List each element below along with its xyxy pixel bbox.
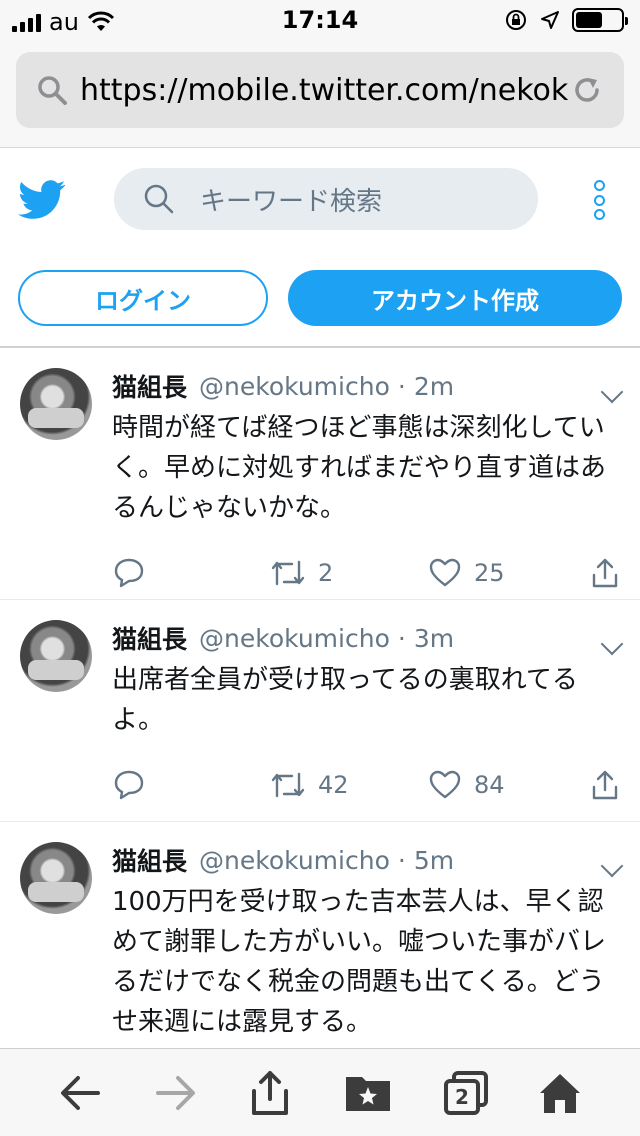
tweet[interactable]: 猫組長 @nekokumicho · 5m 100万円を受け取った吉本芸人は、早… — [0, 822, 640, 1048]
tweet-text: 100万円を受け取った吉本芸人は、早く認めて謝罪した方がいい。嘘ついた事がバレる… — [112, 887, 607, 1037]
more-menu-icon[interactable] — [592, 180, 606, 220]
share-button[interactable] — [590, 769, 620, 801]
separator-dot: · — [397, 623, 406, 653]
reply-button[interactable] — [112, 557, 146, 589]
url-text: https://mobile.twitter.com/nekok… — [80, 72, 570, 108]
back-arrow-icon[interactable] — [56, 1069, 104, 1117]
like-count: 84 — [474, 771, 505, 799]
reply-icon — [114, 558, 144, 588]
tabs-button[interactable]: 2 — [442, 1069, 490, 1117]
location-icon — [541, 11, 559, 29]
reply-button[interactable] — [112, 769, 146, 801]
reload-icon[interactable] — [570, 73, 604, 107]
user-handle[interactable]: @nekokumicho — [199, 372, 390, 401]
display-name[interactable]: 猫組長 — [112, 368, 187, 404]
tab-count: 2 — [455, 1085, 469, 1109]
bookmarks-icon[interactable] — [344, 1069, 392, 1117]
tweet-actions: 42 84 — [112, 750, 620, 820]
heart-icon — [429, 770, 461, 799]
home-icon[interactable] — [536, 1069, 584, 1117]
heart-icon — [429, 558, 461, 587]
browser-bottom-toolbar: 2 — [0, 1048, 640, 1136]
twitter-header: キーワード検索 ログイン アカウント作成 — [0, 148, 640, 348]
keyword-search[interactable]: キーワード検索 — [114, 168, 538, 230]
share-icon — [592, 770, 618, 800]
retweet-icon — [271, 772, 305, 798]
tweet[interactable]: 猫組長 @nekokumicho · 3m 出席者全員が受け取ってるの裏取れてる… — [0, 600, 640, 822]
user-handle[interactable]: @nekokumicho — [199, 846, 390, 875]
share-icon — [592, 558, 618, 588]
retweet-button[interactable]: 2 — [270, 558, 333, 588]
status-bar: au 17:14 — [0, 0, 640, 40]
retweet-count: 2 — [318, 559, 334, 587]
login-button[interactable]: ログイン — [18, 270, 268, 326]
search-placeholder: キーワード検索 — [200, 186, 383, 217]
search-icon — [38, 76, 67, 105]
timeline: 猫組長 @nekokumicho · 2m 時間が経てば経つほど事態は深刻化して… — [0, 348, 640, 1048]
like-count: 25 — [474, 559, 505, 587]
battery-icon — [572, 8, 628, 32]
browser-toolbar: https://mobile.twitter.com/nekok… — [0, 40, 640, 148]
signup-button[interactable]: アカウント作成 — [288, 270, 622, 326]
avatar[interactable] — [20, 842, 92, 914]
like-button[interactable]: 84 — [428, 770, 505, 800]
avatar[interactable] — [20, 368, 92, 440]
tweet-time[interactable]: 2m — [414, 372, 454, 401]
address-bar[interactable]: https://mobile.twitter.com/nekok… — [16, 52, 624, 128]
tweet[interactable]: 猫組長 @nekokumicho · 2m 時間が経てば経つほど事態は深刻化して… — [0, 348, 640, 600]
display-name[interactable]: 猫組長 — [112, 842, 187, 878]
user-handle[interactable]: @nekokumicho — [199, 624, 390, 653]
forward-arrow-icon[interactable] — [152, 1069, 200, 1117]
rotation-lock-icon — [506, 10, 526, 30]
display-name[interactable]: 猫組長 — [112, 620, 187, 656]
search-icon — [144, 184, 174, 214]
avatar[interactable] — [20, 620, 92, 692]
tweet-time[interactable]: 5m — [414, 846, 454, 875]
retweet-button[interactable]: 42 — [270, 770, 349, 800]
tweet-time[interactable]: 3m — [414, 624, 454, 653]
share-icon[interactable] — [246, 1069, 294, 1117]
tweet-text: 出席者全員が受け取ってるの裏取れてるよ。 — [112, 665, 578, 735]
tweet-text: 時間が経てば経つほど事態は深刻化していく。早めに対処すればまだやり直す道はあるん… — [112, 413, 607, 523]
share-button[interactable] — [590, 557, 620, 589]
twitter-logo-icon[interactable] — [18, 178, 66, 222]
like-button[interactable]: 25 — [428, 558, 505, 588]
retweet-icon — [271, 560, 305, 586]
reply-icon — [114, 770, 144, 800]
separator-dot: · — [397, 371, 406, 401]
separator-dot: · — [397, 845, 406, 875]
tweet-actions: 2 25 — [112, 538, 620, 608]
retweet-count: 42 — [318, 771, 349, 799]
